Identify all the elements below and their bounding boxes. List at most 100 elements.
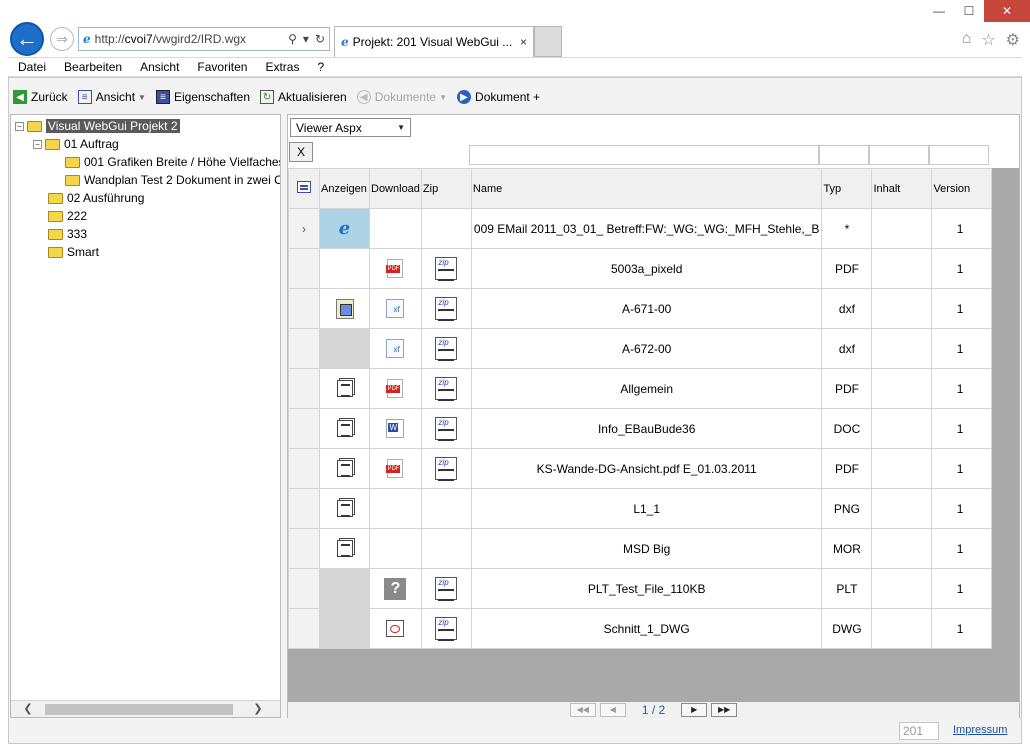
view-cell[interactable]: [319, 408, 370, 449]
row-selector[interactable]: [288, 528, 320, 569]
pages-icon[interactable]: [336, 380, 353, 397]
tree-node-01-auftrag[interactable]: − 01 Auftrag: [33, 135, 119, 153]
zip-icon[interactable]: [435, 457, 458, 481]
header-anzeigen[interactable]: Anzeigen: [319, 168, 370, 209]
zip-cell[interactable]: [420, 448, 472, 489]
header-name[interactable]: Name: [470, 168, 823, 209]
scroll-right-icon[interactable]: ❯: [249, 701, 267, 717]
download-cell[interactable]: [369, 408, 422, 449]
collapse-icon[interactable]: −: [33, 139, 42, 149]
zip-cell[interactable]: [420, 288, 472, 329]
zip-icon[interactable]: [435, 257, 458, 281]
pages-icon[interactable]: [336, 420, 353, 437]
header-inhalt[interactable]: Inhalt: [871, 168, 933, 209]
dxf-icon[interactable]: [386, 339, 405, 358]
row-selector[interactable]: [288, 288, 320, 329]
column-chooser[interactable]: [288, 168, 320, 209]
pdf-icon[interactable]: [386, 459, 404, 478]
address-url[interactable]: http://cvoi7/vwgird2/IRD.wgx: [95, 32, 282, 46]
tree-node-smart[interactable]: Smart: [48, 243, 99, 261]
row-selector[interactable]: [288, 488, 320, 529]
name-filter-input[interactable]: [469, 145, 819, 165]
dwg-icon[interactable]: [386, 620, 405, 637]
inhalt-filter-input[interactable]: [869, 145, 929, 165]
zip-cell[interactable]: [420, 328, 472, 369]
zip-icon[interactable]: [435, 617, 458, 641]
header-typ[interactable]: Typ: [821, 168, 873, 209]
menu-bearbeiten[interactable]: Bearbeiten: [54, 60, 130, 74]
zip-icon[interactable]: [435, 417, 458, 441]
table-row[interactable]: ? PLT_Test_File_110KB PLT 1: [288, 568, 993, 609]
clear-filter-button[interactable]: X: [289, 142, 313, 162]
table-row[interactable]: 5003a_pixeld PDF 1: [288, 248, 993, 289]
zip-icon[interactable]: [435, 337, 458, 361]
view-cell[interactable]: [319, 488, 370, 529]
close-tab-icon[interactable]: ×: [520, 35, 527, 49]
table-row[interactable]: MSD Big MOR 1: [288, 528, 993, 569]
maximize-button[interactable]: ☐: [954, 0, 984, 22]
menu-help[interactable]: ?: [307, 60, 332, 74]
download-cell[interactable]: [369, 368, 422, 409]
view-button[interactable]: ≡ Ansicht ▼: [74, 86, 150, 108]
row-selector[interactable]: [288, 328, 320, 369]
header-download[interactable]: Download: [369, 168, 422, 209]
table-row[interactable]: Schnitt_1_DWG DWG 1: [288, 608, 993, 649]
view-cell[interactable]: [319, 288, 370, 329]
row-selector[interactable]: [288, 608, 320, 649]
download-cell[interactable]: [369, 608, 422, 649]
home-icon[interactable]: ⌂: [962, 30, 972, 50]
dropdown-icon[interactable]: ▾: [303, 32, 309, 46]
zip-cell[interactable]: [420, 408, 472, 449]
version-filter-input[interactable]: [929, 145, 989, 165]
next-page-button[interactable]: ▶: [681, 703, 708, 717]
scrollbar-thumb[interactable]: [45, 704, 233, 715]
dxf-icon[interactable]: [386, 299, 405, 318]
zip-cell[interactable]: [420, 248, 472, 289]
zip-icon[interactable]: [435, 377, 458, 401]
menu-datei[interactable]: Datei: [8, 60, 54, 74]
header-version[interactable]: Version: [931, 168, 993, 209]
pages-icon[interactable]: [336, 500, 353, 517]
tree-node-333[interactable]: 333: [48, 225, 87, 243]
search-icon[interactable]: ⚲: [288, 32, 297, 46]
browser-tab[interactable]: e Projekt: 201 Visual WebGui ... ×: [334, 26, 534, 57]
close-window-button[interactable]: ✕: [984, 0, 1030, 22]
tree-node-wandplan[interactable]: Wandplan Test 2 Dokument in zwei Ordner: [65, 171, 280, 189]
star-icon[interactable]: ☆: [981, 30, 995, 50]
table-row[interactable]: A-672-00 dxf 1: [288, 328, 993, 369]
typ-filter-input[interactable]: [819, 145, 869, 165]
view-cell[interactable]: [319, 368, 370, 409]
browser-back-button[interactable]: ←: [10, 22, 44, 56]
impressum-link[interactable]: Impressum: [953, 724, 1007, 736]
row-selector[interactable]: [288, 408, 320, 449]
collapse-icon[interactable]: −: [15, 121, 24, 131]
zip-icon[interactable]: [435, 297, 458, 321]
add-document-button[interactable]: ▶ Dokument +: [453, 86, 544, 108]
back-button[interactable]: ◀ Zurück: [9, 86, 72, 108]
row-selector[interactable]: [288, 568, 320, 609]
table-row[interactable]: L1_1 PNG 1: [288, 488, 993, 529]
view-cell[interactable]: [319, 448, 370, 489]
view-cell[interactable]: e: [319, 208, 370, 249]
table-row[interactable]: KS-Wande-DG-Ansicht.pdf E_01.03.2011 PDF…: [288, 448, 993, 489]
download-cell[interactable]: [369, 248, 422, 289]
download-cell[interactable]: ?: [369, 568, 422, 609]
header-zip[interactable]: Zip: [420, 168, 472, 209]
tree-node-001-grafiken[interactable]: 001 Grafiken Breite / Höhe Vielfaches vo…: [65, 153, 280, 171]
documents-button[interactable]: ◀ Dokumente ▼: [353, 86, 451, 108]
zip-cell[interactable]: [420, 608, 472, 649]
zip-cell[interactable]: [420, 568, 472, 609]
table-row[interactable]: A-671-00 dxf 1: [288, 288, 993, 329]
first-page-button[interactable]: ◀◀: [569, 703, 596, 717]
menu-extras[interactable]: Extras: [255, 60, 307, 74]
view-cell[interactable]: [319, 528, 370, 569]
row-selector[interactable]: [288, 248, 320, 289]
tree-node-222[interactable]: 222: [48, 207, 87, 225]
scroll-left-icon[interactable]: ❮: [19, 701, 37, 717]
menu-favoriten[interactable]: Favoriten: [187, 60, 255, 74]
pages-icon[interactable]: [336, 540, 353, 557]
row-selector[interactable]: [288, 368, 320, 409]
zip-cell[interactable]: [420, 368, 472, 409]
word-doc-icon[interactable]: [386, 419, 405, 438]
row-selector[interactable]: ›: [288, 208, 320, 249]
